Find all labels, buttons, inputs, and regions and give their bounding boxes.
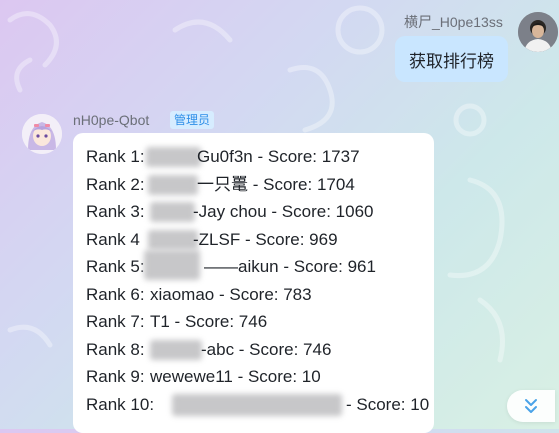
- self-message-bubble[interactable]: 获取排行榜: [395, 36, 508, 82]
- blurred-name: [148, 175, 198, 195]
- anime-girl-avatar-icon: [22, 114, 62, 154]
- rank-entry-text: -Jay chou - Score: 1060: [193, 202, 374, 221]
- rank-line-1: Rank 1: Gu0f3n - Score: 1737: [86, 146, 360, 168]
- rank-entry-text: ——aikun - Score: 961: [204, 257, 376, 276]
- rank-line-10: Rank 10: - Score: 10: [86, 394, 429, 416]
- rank-entry-text: -ZLSF - Score: 969: [193, 230, 338, 249]
- rank-entry-text: 一只鼍 - Score: 1704: [197, 175, 355, 194]
- rank-label: Rank 7:: [86, 312, 145, 331]
- rank-line-8: Rank 8: -abc - Score: 746: [86, 339, 331, 361]
- double-chevron-down-icon: [525, 399, 537, 413]
- blurred-name: [150, 202, 195, 222]
- rank-label: Rank 6:: [86, 285, 145, 304]
- rank-line-2: Rank 2: 一只鼍 - Score: 1704: [86, 174, 355, 196]
- rank-entry-text: T1 - Score: 746: [150, 312, 268, 331]
- rank-line-6: Rank 6: xiaomao - Score: 783: [86, 284, 312, 306]
- self-username: 横尸_H0pe13ss: [404, 14, 503, 30]
- rank-label: Rank 9:: [86, 367, 145, 386]
- rank-line-5: Rank 5: ——aikun - Score: 961: [86, 250, 376, 280]
- user-avatar-icon: [518, 12, 558, 52]
- rank-line-4: Rank 4 -ZLSF - Score: 969: [86, 229, 338, 251]
- admin-badge: 管理员: [170, 111, 215, 129]
- rank-line-9: Rank 9: wewewe11 - Score: 10: [86, 366, 321, 388]
- rank-entry-text: -abc - Score: 746: [201, 340, 332, 359]
- rank-label: Rank 1:: [86, 147, 145, 166]
- blurred-name: [150, 340, 202, 360]
- rank-label: Rank 2:: [86, 175, 145, 194]
- rank-label: Rank 4: [86, 230, 140, 249]
- rank-entry-text: wewewe11 - Score: 10: [150, 367, 321, 386]
- rank-label: Rank 10:: [86, 395, 155, 414]
- scroll-to-bottom-button[interactable]: [507, 390, 555, 422]
- rank-line-7: Rank 7: T1 - Score: 746: [86, 311, 267, 333]
- blurred-name: [144, 250, 200, 280]
- bot-avatar[interactable]: [22, 114, 62, 154]
- bot-username: nH0pe-Qbot: [73, 112, 150, 128]
- blurred-name: [146, 147, 201, 167]
- rank-entry-text: - Score: 10: [346, 395, 430, 414]
- self-message-text: 获取排行榜: [409, 51, 494, 71]
- blurred-name: [148, 230, 198, 250]
- rank-entry-text: Gu0f3n - Score: 1737: [197, 147, 360, 166]
- blurred-name: [172, 394, 342, 416]
- self-avatar[interactable]: [518, 12, 558, 52]
- rank-line-3: Rank 3: -Jay chou - Score: 1060: [86, 201, 373, 223]
- rank-entry-text: xiaomao - Score: 783: [150, 285, 312, 304]
- rank-label: Rank 8:: [86, 340, 145, 359]
- rank-label: Rank 5:: [86, 257, 145, 276]
- ranking-message-bubble[interactable]: Rank 1: Gu0f3n - Score: 1737 Rank 2: 一只鼍…: [73, 133, 434, 433]
- rank-label: Rank 3:: [86, 202, 145, 221]
